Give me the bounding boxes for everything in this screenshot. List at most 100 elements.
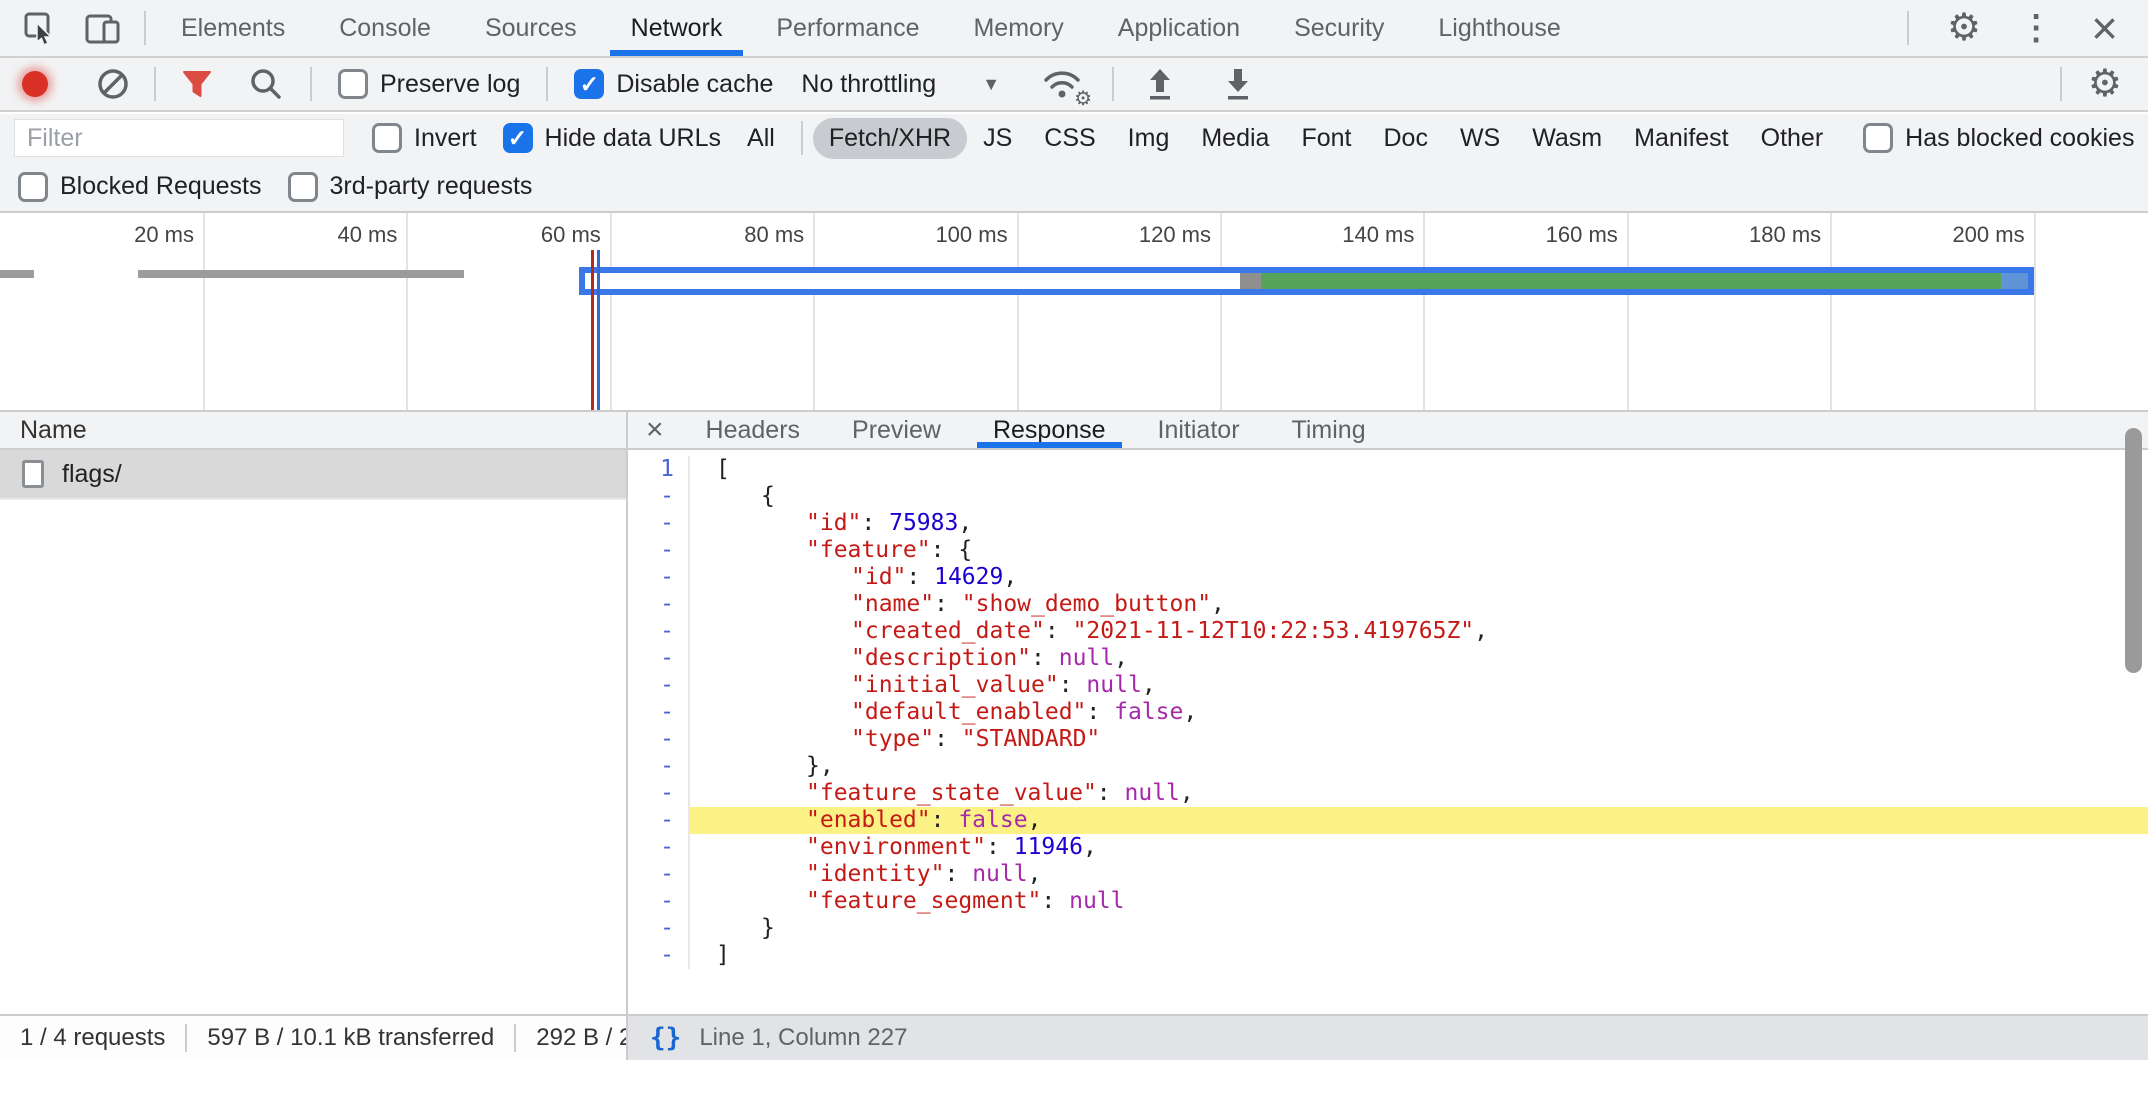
detail-tab-timing[interactable]: Timing (1266, 412, 1392, 448)
settings-icon[interactable]: ⚙ (1947, 9, 1981, 47)
code-line[interactable]: -"name": "show_demo_button", (628, 591, 2148, 618)
line-gutter[interactable]: - (628, 888, 690, 915)
code-line[interactable]: -"created_date": "2021-11-12T10:22:53.41… (628, 618, 2148, 645)
code-line[interactable]: -}, (628, 753, 2148, 780)
line-gutter[interactable]: - (628, 807, 690, 834)
disable-cache-checkbox[interactable]: ✓ (574, 69, 604, 99)
line-gutter[interactable]: - (628, 915, 690, 942)
code-line[interactable]: -} (628, 915, 2148, 942)
gear-badge-icon: ⚙ (1074, 89, 1092, 109)
code-line[interactable]: -"description": null, (628, 645, 2148, 672)
filter-type-manifest[interactable]: Manifest (1618, 118, 1744, 159)
network-overview-timeline[interactable]: 20 ms40 ms60 ms80 ms100 ms120 ms140 ms16… (0, 213, 2148, 412)
device-toolbar-icon[interactable] (84, 10, 122, 46)
more-options-icon[interactable]: ⋮ (2019, 11, 2053, 45)
tab-network[interactable]: Network (604, 0, 750, 56)
filter-type-css[interactable]: CSS (1028, 118, 1111, 159)
filter-type-ws[interactable]: WS (1444, 118, 1516, 159)
line-gutter[interactable]: - (628, 672, 690, 699)
line-gutter[interactable]: - (628, 942, 690, 969)
invert-filter-checkbox[interactable] (372, 123, 402, 153)
detail-tab-preview[interactable]: Preview (826, 412, 967, 448)
token: null (1125, 780, 1180, 806)
code-line[interactable]: -"type": "STANDARD" (628, 726, 2148, 753)
blocked-requests-checkbox[interactable] (18, 172, 48, 202)
code-line[interactable]: 1[ (628, 456, 2148, 483)
filter-type-wasm[interactable]: Wasm (1516, 118, 1618, 159)
line-content: ] (690, 942, 2148, 969)
tab-lighthouse[interactable]: Lighthouse (1411, 0, 1587, 56)
selected-request-waterfall-bar[interactable] (579, 267, 2034, 295)
tab-memory[interactable]: Memory (946, 0, 1090, 56)
code-line[interactable]: -{ (628, 483, 2148, 510)
clear-network-log-icon[interactable] (96, 67, 130, 101)
search-icon[interactable] (248, 66, 284, 102)
preserve-log-checkbox[interactable] (338, 69, 368, 99)
close-detail-icon[interactable]: × (628, 412, 680, 448)
filter-type-other[interactable]: Other (1745, 118, 1840, 159)
code-line[interactable]: -"feature_state_value": null, (628, 780, 2148, 807)
line-gutter[interactable]: - (628, 780, 690, 807)
response-body-viewer[interactable]: 1[-{-"id": 75983,-"feature": {-"id": 146… (628, 450, 2148, 1014)
line-gutter[interactable]: - (628, 645, 690, 672)
close-devtools-icon[interactable]: × (2091, 5, 2118, 51)
pretty-print-icon[interactable]: {} (628, 1023, 699, 1053)
code-line[interactable]: -"identity": null, (628, 861, 2148, 888)
code-line[interactable]: -"initial_value": null, (628, 672, 2148, 699)
tab-elements[interactable]: Elements (154, 0, 312, 56)
code-line[interactable]: -"feature": { (628, 537, 2148, 564)
throttling-caret-icon[interactable]: ▼ (982, 74, 1000, 95)
detail-tab-response[interactable]: Response (967, 412, 1132, 448)
tab-sources[interactable]: Sources (458, 0, 604, 56)
import-har-icon[interactable] (1142, 65, 1178, 103)
inspect-element-icon[interactable] (22, 10, 58, 46)
code-line[interactable]: -"environment": 11946, (628, 834, 2148, 861)
line-gutter[interactable]: - (628, 726, 690, 753)
line-gutter[interactable]: - (628, 618, 690, 645)
name-column-header[interactable]: Name (0, 412, 626, 450)
network-conditions-icon[interactable]: ⚙ (1040, 65, 1084, 103)
tab-application[interactable]: Application (1091, 0, 1267, 56)
line-gutter[interactable]: - (628, 537, 690, 564)
line-gutter[interactable]: - (628, 834, 690, 861)
timeline-tick-label: 60 ms (441, 222, 601, 248)
tab-performance[interactable]: Performance (749, 0, 946, 56)
filter-type-img[interactable]: Img (1112, 118, 1186, 159)
line-gutter[interactable]: 1 (628, 456, 690, 483)
code-line[interactable]: -"id": 14629, (628, 564, 2148, 591)
filter-toggle-icon[interactable] (180, 67, 214, 101)
detail-tab-initiator[interactable]: Initiator (1132, 412, 1266, 448)
code-line[interactable]: -"id": 75983, (628, 510, 2148, 537)
line-gutter[interactable]: - (628, 510, 690, 537)
line-gutter[interactable]: - (628, 861, 690, 888)
code-line[interactable]: -] (628, 942, 2148, 969)
token: ] (716, 942, 730, 968)
filter-type-font[interactable]: Font (1285, 118, 1367, 159)
code-line[interactable]: -"default_enabled": false, (628, 699, 2148, 726)
tab-console[interactable]: Console (312, 0, 458, 56)
request-row-flags[interactable]: flags/ (0, 450, 626, 500)
tab-security[interactable]: Security (1267, 0, 1411, 56)
code-line[interactable]: -"feature_segment": null (628, 888, 2148, 915)
export-har-icon[interactable] (1220, 65, 1256, 103)
filter-type-js[interactable]: JS (967, 118, 1028, 159)
hide-data-urls-checkbox[interactable]: ✓ (503, 123, 533, 153)
filter-input[interactable] (14, 119, 344, 157)
line-gutter[interactable]: - (628, 753, 690, 780)
line-gutter[interactable]: - (628, 483, 690, 510)
detail-tab-headers[interactable]: Headers (680, 412, 827, 448)
filter-type-media[interactable]: Media (1185, 118, 1285, 159)
line-gutter[interactable]: - (628, 591, 690, 618)
network-settings-icon[interactable]: ⚙ (2088, 65, 2122, 103)
filter-type-fetch-xhr[interactable]: Fetch/XHR (813, 118, 967, 159)
filter-type-all[interactable]: All (731, 118, 791, 159)
third-party-requests-checkbox[interactable] (288, 172, 318, 202)
record-network-log-button[interactable] (22, 71, 48, 97)
line-gutter[interactable]: - (628, 699, 690, 726)
filter-type-doc[interactable]: Doc (1367, 118, 1443, 159)
line-gutter[interactable]: - (628, 564, 690, 591)
throttling-select[interactable]: No throttling (801, 70, 936, 99)
vertical-scrollbar[interactable] (2125, 428, 2142, 673)
has-blocked-cookies-checkbox[interactable] (1863, 123, 1893, 153)
code-line-highlighted[interactable]: -"enabled": false, (628, 807, 2148, 834)
